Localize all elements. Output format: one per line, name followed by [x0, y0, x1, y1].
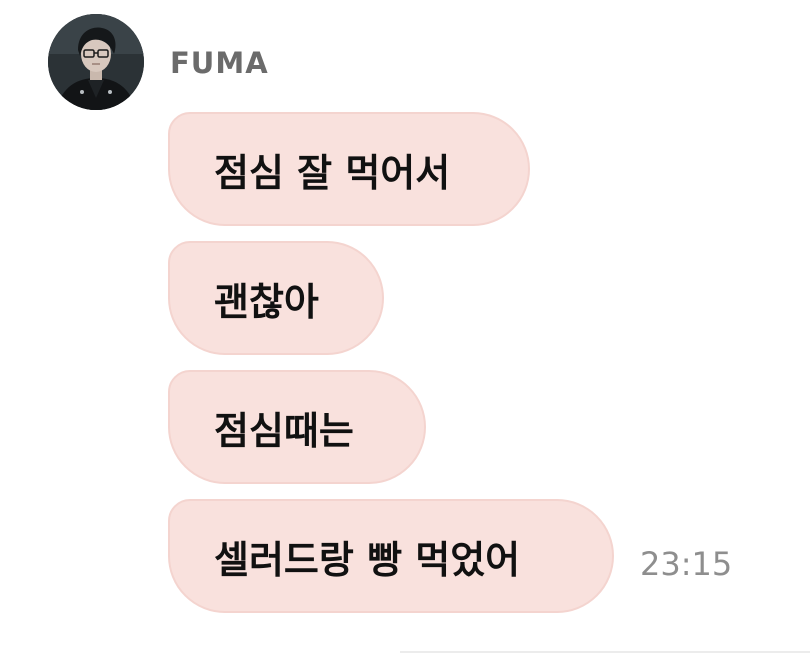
sender-name: FUMA	[170, 46, 269, 80]
message-bubble[interactable]: 셀러드랑 빵 먹었어	[168, 499, 614, 613]
profile-photo-icon	[48, 14, 144, 110]
message-bubble[interactable]: 괜찮아	[168, 241, 384, 355]
message-text: 점심 잘 먹어서	[214, 150, 451, 195]
message-timestamp: 23:15	[640, 545, 733, 583]
message-text: 괜찮아	[214, 279, 319, 324]
message-bubble[interactable]: 점심 잘 먹어서	[168, 112, 530, 226]
message-text: 셀러드랑 빵 먹었어	[214, 537, 521, 582]
sender-avatar[interactable]	[48, 14, 144, 110]
message-bubble[interactable]: 점심때는	[168, 370, 426, 484]
message-text: 점심때는	[214, 408, 354, 453]
